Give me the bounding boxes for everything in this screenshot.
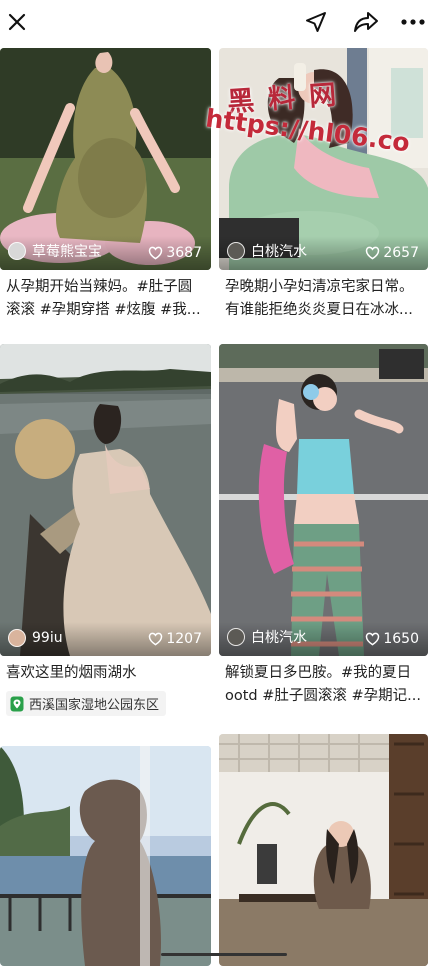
location-tag[interactable]: 西溪国家湿地公园东区: [6, 691, 167, 716]
post-title[interactable]: 从孕期开始当辣妈。#肚子圆滚滚 #孕期穿搭 #炫腹 #我...: [6, 276, 205, 322]
author-name[interactable]: 白桃汽水: [251, 627, 307, 647]
author[interactable]: 白桃汽水: [227, 627, 307, 647]
author-name[interactable]: 草莓熊宝宝: [32, 241, 102, 261]
post-image[interactable]: 白桃汽水 2657: [219, 48, 428, 270]
like-count: 2657: [383, 245, 419, 261]
feed-card[interactable]: [219, 734, 428, 966]
author[interactable]: 白桃汽水: [227, 241, 307, 261]
feed-card[interactable]: 白桃汽水 1650 解锁夏日多巴胺。#我的夏日ootd #肚子圆滚滚 #孕期记.…: [219, 344, 428, 708]
feed-grid: 草莓熊宝宝 3687 从孕期开始当辣妈。#肚子圆滚滚 #孕期穿搭 #炫腹 #我.…: [0, 44, 435, 966]
author-name[interactable]: 99iu: [32, 630, 63, 646]
author[interactable]: 99iu: [8, 629, 63, 647]
location-name: 西溪国家湿地公园东区: [29, 698, 160, 713]
avatar[interactable]: [8, 629, 26, 647]
feed-card[interactable]: 白桃汽水 2657 孕晚期小孕妇清凉宅家日常。有谁能拒绝炎炎夏日在冰冰...: [219, 48, 428, 322]
heart-icon: [366, 246, 380, 260]
more-icon[interactable]: [399, 8, 427, 36]
avatar[interactable]: [227, 628, 245, 646]
feed-card[interactable]: [0, 746, 211, 966]
like-button[interactable]: 1650: [365, 631, 419, 647]
close-icon[interactable]: [3, 8, 31, 36]
post-image[interactable]: [219, 734, 428, 966]
location-pin-icon: [10, 696, 24, 711]
like-button[interactable]: 3687: [148, 245, 202, 261]
post-image[interactable]: 草莓熊宝宝 3687: [0, 48, 211, 270]
like-count: 1207: [166, 631, 202, 647]
like-button[interactable]: 2657: [365, 245, 419, 261]
scroll-indicator: [161, 953, 287, 956]
post-image[interactable]: [0, 746, 211, 966]
author[interactable]: 草莓熊宝宝: [8, 241, 102, 261]
share-icon[interactable]: [352, 8, 380, 36]
post-title[interactable]: 解锁夏日多巴胺。#我的夏日ootd #肚子圆滚滚 #孕期记...: [225, 662, 422, 708]
heart-icon: [366, 632, 380, 646]
post-title[interactable]: 孕晚期小孕妇清凉宅家日常。有谁能拒绝炎炎夏日在冰冰...: [225, 276, 422, 322]
post-image[interactable]: 99iu 1207: [0, 344, 211, 656]
heart-icon: [149, 632, 163, 646]
feed-card[interactable]: 99iu 1207 喜欢这里的烟雨湖水 西溪国家湿地公园东区: [0, 344, 211, 716]
post-title[interactable]: 喜欢这里的烟雨湖水: [6, 662, 205, 685]
like-count: 1650: [383, 631, 419, 647]
like-button[interactable]: 1207: [148, 631, 202, 647]
avatar[interactable]: [8, 242, 26, 260]
location-arrow-icon[interactable]: [302, 8, 330, 36]
heart-icon: [149, 246, 163, 260]
like-count: 3687: [166, 245, 202, 261]
author-name[interactable]: 白桃汽水: [251, 241, 307, 261]
top-bar: [0, 0, 435, 44]
post-image[interactable]: 白桃汽水 1650: [219, 344, 428, 656]
feed-card[interactable]: 草莓熊宝宝 3687 从孕期开始当辣妈。#肚子圆滚滚 #孕期穿搭 #炫腹 #我.…: [0, 48, 211, 322]
avatar[interactable]: [227, 242, 245, 260]
